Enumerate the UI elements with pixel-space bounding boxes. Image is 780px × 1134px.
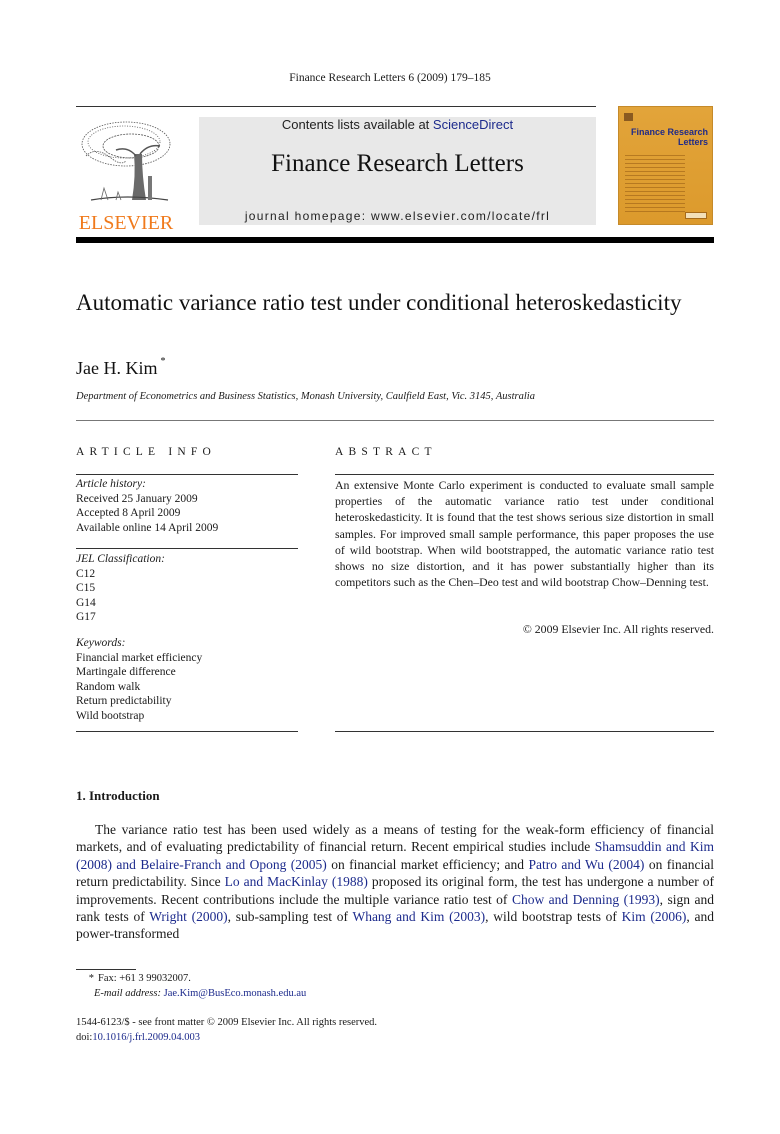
author-footnote-mark[interactable]: * — [160, 356, 165, 367]
jel-code: C15 — [76, 582, 96, 594]
article-history: Article history: Received 25 January 200… — [76, 477, 218, 535]
section-heading-introduction: 1. Introduction — [76, 788, 160, 803]
citation-link[interactable]: Kim (2006) — [622, 909, 687, 924]
citation-link[interactable]: Lo and MacKinlay (1988) — [225, 874, 368, 889]
footnote-fax: Fax: +61 3 99032007. — [98, 973, 191, 984]
citation-link[interactable]: Chow and Denning (1993) — [512, 892, 660, 907]
sciencedirect-link[interactable]: ScienceDirect — [433, 117, 513, 132]
keyword: Wild bootstrap — [76, 709, 145, 722]
keyword: Financial market efficiency — [76, 651, 203, 664]
citation-link[interactable]: Patro and Wu (2004) — [528, 857, 644, 872]
author-name: Jae H. Kim — [76, 358, 158, 378]
jel-code: C12 — [76, 567, 96, 580]
introduction-paragraph: The variance ratio test has been used wi… — [76, 821, 714, 943]
elsevier-logo[interactable]: ELSEVIER — [76, 116, 176, 233]
abstract-copyright: © 2009 Elsevier Inc. All rights reserved… — [522, 622, 714, 636]
journal-title: Finance Research Letters — [271, 150, 524, 177]
jel-code: G17 — [76, 611, 96, 623]
article-info-heading: ARTICLE INFO — [76, 446, 216, 458]
footnotes: * Fax: +61 3 99032007. E-mail address: Ja… — [76, 972, 307, 1001]
article-history-label: Article history: — [76, 478, 146, 490]
abstract-text: An extensive Monte Carlo experiment is c… — [335, 478, 714, 590]
keywords-label: Keywords: — [76, 637, 126, 649]
article-history-rule — [76, 548, 298, 549]
doi-prefix: doi: — [76, 1031, 93, 1043]
elsevier-wordmark: ELSEVIER — [78, 212, 174, 234]
contents-prefix: Contents lists available at — [281, 117, 433, 132]
issn-line: 1544-6123/$ - see front matter © 2009 El… — [76, 1017, 378, 1028]
keywords: Keywords: Financial market efficiency Ma… — [76, 636, 202, 723]
cover-logo-icon — [624, 113, 633, 121]
history-accepted: Accepted 8 April 2009 — [76, 507, 181, 519]
doi-link[interactable]: 10.1016/j.frl.2009.04.003 — [92, 1032, 200, 1043]
cover-contents-lines — [625, 155, 685, 215]
jel-classification: JEL Classification: C12 C15 G14 G17 — [76, 552, 165, 625]
affiliation-rule — [76, 420, 714, 421]
header-rule — [76, 106, 596, 107]
contents-line: Contents lists available at ScienceDirec… — [199, 117, 596, 132]
abstract-heading: ABSTRACT — [335, 446, 437, 458]
abstract-bottom-rule — [335, 731, 714, 732]
introduction-text: , wild bootstrap tests of — [485, 909, 622, 925]
keyword: Random walk — [76, 680, 141, 693]
cover-title: Finance Research Letters — [630, 127, 708, 147]
introduction-text: on financial market efficiency; and — [326, 856, 529, 872]
author: Jae H. Kim * — [76, 356, 165, 379]
header-thick-rule — [76, 237, 714, 243]
journal-cover-thumbnail[interactable]: Finance Research Letters — [618, 106, 713, 225]
history-online: Available online 14 April 2009 — [76, 521, 219, 534]
keyword: Martingale difference — [76, 666, 176, 678]
affiliation: Department of Econometrics and Business … — [76, 391, 535, 402]
footnote-rule — [76, 969, 136, 970]
cover-badge-icon — [685, 212, 707, 219]
journal-citation: Finance Research Letters 6 (2009) 179–18… — [289, 72, 491, 84]
jel-code: G14 — [76, 596, 96, 609]
jel-label: JEL Classification: — [76, 553, 165, 565]
footnote-mark: * — [88, 973, 94, 984]
email-label: E-mail address: — [94, 987, 164, 999]
article-info-rule — [76, 474, 298, 475]
front-matter: 1544-6123/$ - see front matter © 2009 El… — [76, 1016, 377, 1045]
article-info-bottom-rule — [76, 731, 298, 732]
introduction-body: The variance ratio test has been used wi… — [76, 821, 714, 943]
citation-link[interactable]: Whang and Kim (2003) — [352, 909, 485, 924]
article-title: Automatic variance ratio test under cond… — [76, 290, 682, 315]
journal-homepage[interactable]: journal homepage: www.elsevier.com/locat… — [199, 209, 596, 223]
history-received: Received 25 January 2009 — [76, 492, 198, 505]
citation-link[interactable]: Wright (2000) — [149, 909, 227, 924]
elsevier-tree-icon — [81, 121, 171, 201]
journal-banner: Contents lists available at ScienceDirec… — [199, 117, 596, 225]
keyword: Return predictability — [76, 695, 172, 707]
introduction-text: , sub-sampling test of — [227, 909, 353, 925]
author-email-link[interactable]: Jae.Kim@BusEco.monash.edu.au — [164, 988, 307, 999]
abstract-rule — [335, 474, 714, 475]
